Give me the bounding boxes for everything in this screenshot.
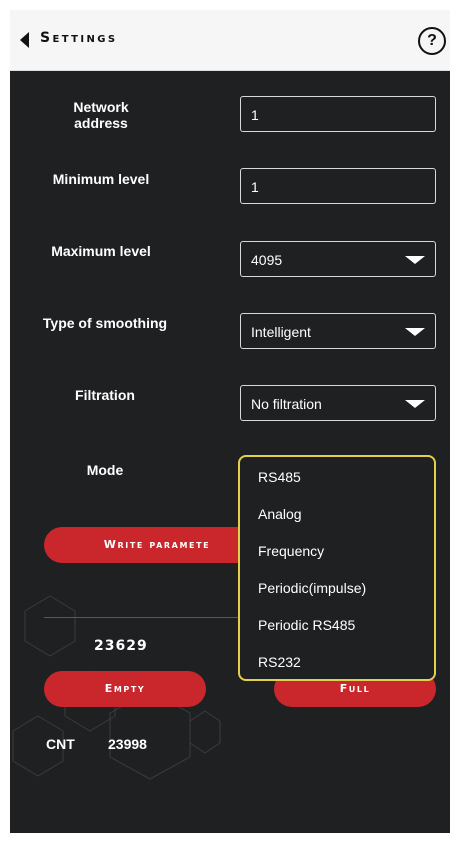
network-address-input[interactable]: 1 <box>240 96 436 132</box>
mode-option-frequency[interactable]: Frequency <box>240 533 434 570</box>
caret-down-icon <box>405 400 425 408</box>
filtration-label: Filtration <box>75 387 135 403</box>
mode-option-rs485[interactable]: RS485 <box>240 459 434 496</box>
mode-dropdown-menu: RS485 Analog Frequency Periodic(impulse)… <box>238 455 436 681</box>
caret-down-icon <box>405 328 425 336</box>
smoothing-select[interactable]: Intelligent <box>240 313 436 349</box>
current-level-value: 23629 <box>94 638 148 654</box>
divider-line <box>44 617 270 618</box>
cnt-value: 23998 <box>108 736 147 752</box>
cnt-label: CNT <box>46 736 75 752</box>
settings-panel: Network address 1 Minimum level 1 Maximu… <box>10 71 450 833</box>
help-button[interactable]: ? <box>418 27 446 55</box>
smoothing-label: Type of smoothing <box>42 315 168 331</box>
back-triangle-icon[interactable] <box>20 32 29 48</box>
filtration-value: No filtration <box>251 396 322 412</box>
empty-button[interactable]: Empty <box>44 671 206 707</box>
minimum-level-input[interactable]: 1 <box>240 168 436 204</box>
app-window: Settings ? Network address 1 Minimum lev… <box>10 10 450 833</box>
mode-option-analog[interactable]: Analog <box>240 496 434 533</box>
maximum-level-value: 4095 <box>251 252 283 268</box>
caret-down-icon <box>405 256 425 264</box>
mode-label: Mode <box>86 462 124 478</box>
network-address-label: Network address <box>73 99 129 131</box>
write-parameters-button[interactable]: Write paramete <box>44 527 270 563</box>
header-bar: Settings ? <box>10 10 450 71</box>
mode-option-periodic-impulse[interactable]: Periodic(impulse) <box>240 570 434 607</box>
page-title: Settings <box>40 30 118 46</box>
minimum-level-label: Minimum level <box>52 171 150 187</box>
smoothing-value: Intelligent <box>251 324 311 340</box>
maximum-level-label: Maximum level <box>51 243 151 259</box>
maximum-level-select[interactable]: 4095 <box>240 241 436 277</box>
mode-option-rs232[interactable]: RS232 <box>240 644 434 681</box>
filtration-select[interactable]: No filtration <box>240 385 436 421</box>
mode-option-periodic-rs485[interactable]: Periodic RS485 <box>240 607 434 644</box>
